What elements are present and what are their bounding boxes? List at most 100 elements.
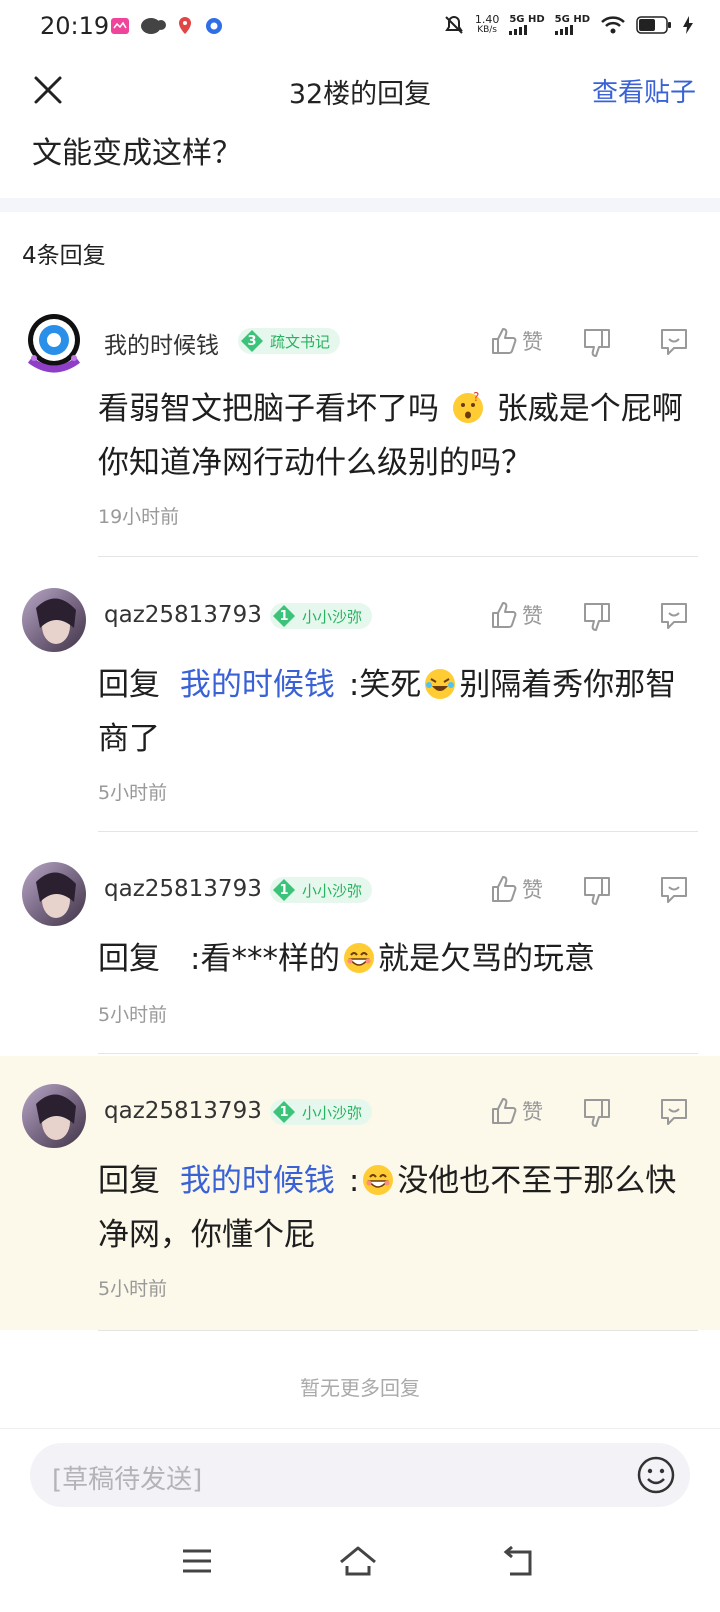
- sim1-signal: 5G HD: [509, 14, 545, 35]
- svg-text:?: ?: [473, 391, 479, 404]
- thumbs-up-icon: [492, 876, 517, 902]
- mention-link[interactable]: 我的时候钱: [180, 1163, 335, 1199]
- username[interactable]: qaz25813793: [104, 1098, 262, 1124]
- notification-icons: [110, 16, 224, 36]
- level-gem-icon: 3: [240, 329, 264, 353]
- reply-content[interactable]: 看弱智文把脑子看坏了吗 ? 张威是个屁啊你知道净网行动什么级别的吗？: [98, 382, 688, 490]
- reply-prefix: 回复: [98, 941, 160, 977]
- reply-time: 5小时前: [98, 782, 168, 804]
- avatar[interactable]: [22, 1084, 86, 1148]
- level-gem-icon: 1: [272, 604, 296, 628]
- charging-icon: [683, 16, 693, 34]
- level-gem-icon: 1: [272, 1100, 296, 1124]
- level-number: 3: [247, 333, 257, 349]
- status-indicators: 1.40 KB/s 5G HD 5G HD: [443, 14, 694, 36]
- system-nav-bar: [0, 1520, 720, 1612]
- home-icon[interactable]: [338, 1544, 378, 1578]
- chat-notification-icon: [141, 18, 166, 34]
- like-button[interactable]: 赞: [490, 874, 543, 904]
- avatar[interactable]: [22, 312, 86, 376]
- divider: [98, 831, 698, 832]
- comment-icon[interactable]: [658, 600, 690, 632]
- back-icon[interactable]: [500, 1544, 536, 1578]
- level-title: 小小沙弥: [302, 881, 363, 900]
- signal-icon: [554, 25, 573, 35]
- mention-link[interactable]: 我的时候钱: [180, 667, 335, 703]
- level-title: 小小沙弥: [302, 1103, 363, 1122]
- thinking-emoji-icon: ?: [452, 391, 483, 423]
- level-badge: 1 小小沙弥: [270, 1099, 373, 1125]
- reply-time: 19小时前: [98, 506, 180, 528]
- like-label: 赞: [522, 878, 543, 902]
- avatar-image: [22, 1084, 86, 1148]
- level-title: 小小沙弥: [302, 607, 363, 626]
- comment-icon[interactable]: [658, 874, 690, 906]
- post-excerpt[interactable]: 文能变成这样？: [32, 128, 242, 172]
- reply-input[interactable]: [草稿待发送]: [30, 1443, 690, 1507]
- username[interactable]: 我的时候钱: [104, 326, 219, 360]
- status-bar: 20:19 1.40 KB/s 5G HD 5G HD: [0, 0, 720, 56]
- comment-icon[interactable]: [658, 326, 690, 358]
- view-post-link[interactable]: 查看贴子: [592, 72, 696, 109]
- mute-icon: [444, 15, 463, 34]
- reply-prefix: 回复: [98, 1163, 160, 1199]
- like-label: 赞: [522, 330, 543, 354]
- thumbs-down-icon[interactable]: [582, 601, 612, 633]
- like-button[interactable]: 赞: [490, 600, 543, 630]
- level-badge: 3 疏文书记: [238, 328, 341, 354]
- reply-content[interactable]: 回复 我的时候钱:笑死 别隔着秀你那智商了: [98, 658, 688, 766]
- reply-item: qaz25813793 1 小小沙弥 赞 回复:看***样的 就是欠骂的玩意 5小…: [0, 850, 720, 1054]
- reply-text: :笑死: [348, 667, 422, 703]
- thumbs-down-icon[interactable]: [582, 1097, 612, 1129]
- avatar[interactable]: [22, 862, 86, 926]
- reply-content[interactable]: 回复 我的时候钱: 没他也不至于那么快净网，你懂个屁: [98, 1154, 688, 1262]
- battery-icon: [636, 16, 671, 34]
- like-label: 赞: [522, 604, 543, 628]
- username[interactable]: qaz25813793: [104, 602, 262, 628]
- reply-actions: 赞: [490, 1096, 700, 1130]
- browser-notification-icon: [206, 18, 222, 34]
- thumbs-down-icon[interactable]: [582, 875, 612, 907]
- reply-text: :看***样的: [190, 941, 340, 977]
- level-number: 1: [279, 608, 289, 624]
- like-button[interactable]: 赞: [490, 1096, 543, 1126]
- reply-item-highlighted: qaz25813793 1 小小沙弥 赞 回复 我的时候钱: 没他也不至于那么快净…: [0, 1056, 720, 1330]
- section-divider: [0, 198, 720, 212]
- reply-actions: 赞: [490, 600, 700, 634]
- reply-actions: 赞: [490, 874, 700, 908]
- net-speed-unit: KB/s: [477, 25, 497, 35]
- divider: [98, 1053, 698, 1054]
- thumbs-up-icon: [492, 602, 517, 628]
- emoji-picker-icon[interactable]: [636, 1455, 676, 1495]
- divider: [98, 556, 698, 557]
- thumbs-down-icon[interactable]: [582, 327, 612, 359]
- net-speed: 1.40 KB/s: [475, 14, 500, 36]
- app-notification-icon: [111, 18, 129, 34]
- thumbs-up-icon: [492, 328, 517, 354]
- level-number: 1: [279, 1104, 289, 1120]
- avatar[interactable]: [22, 588, 86, 652]
- reply-time: 5小时前: [98, 1278, 168, 1300]
- thumbs-up-icon: [492, 1098, 517, 1124]
- reply-item: 我的时候钱 3 疏文书记 赞 看弱智文把脑子看坏了吗 ? 张威是个屁啊你知道净网…: [0, 300, 720, 558]
- signal-icon: [509, 25, 528, 35]
- wifi-icon: [601, 16, 625, 34]
- menu-icon[interactable]: [182, 1548, 212, 1574]
- avatar-image: [22, 588, 86, 652]
- avatar-image: [22, 862, 86, 926]
- like-button[interactable]: 赞: [490, 326, 543, 356]
- level-title: 疏文书记: [270, 332, 331, 351]
- location-notification-icon: [179, 17, 191, 34]
- smiling-emoji-icon: [343, 943, 374, 973]
- like-label: 赞: [522, 1100, 543, 1124]
- reply-count: 4条回复: [22, 243, 106, 269]
- sim1-label: 5G HD: [509, 14, 545, 25]
- username[interactable]: qaz25813793: [104, 876, 262, 902]
- level-badge: 1 小小沙弥: [270, 877, 373, 903]
- reply-content[interactable]: 回复 :看***样的 就是欠骂的玩意: [98, 932, 688, 986]
- input-placeholder: [草稿待发送]: [52, 1465, 203, 1495]
- smiling-emoji-icon: [363, 1165, 394, 1195]
- reply-input-bar: [草稿待发送]: [0, 1428, 720, 1521]
- reply-text: 就是欠骂的玩意: [377, 941, 595, 977]
- comment-icon[interactable]: [658, 1096, 690, 1128]
